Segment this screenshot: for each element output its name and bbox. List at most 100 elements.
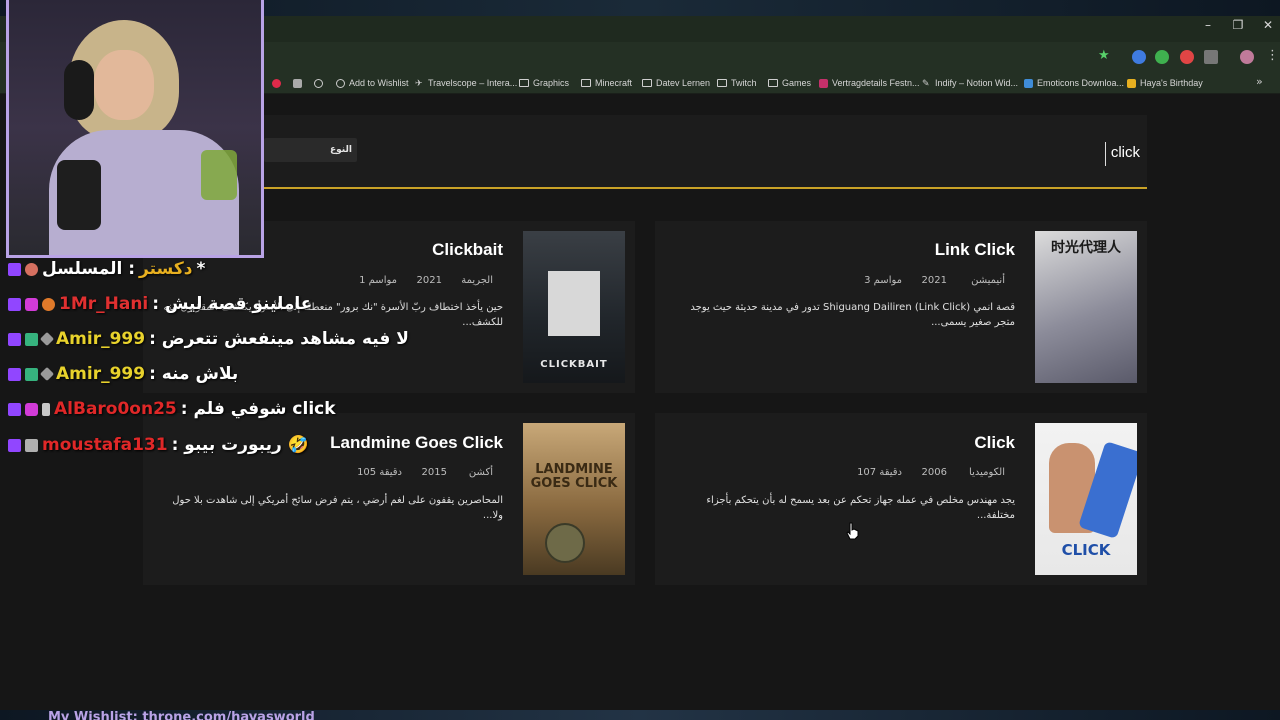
poster-image[interactable]: CLICKBAIT — [523, 231, 625, 383]
poster-image[interactable]: CLICK — [1035, 423, 1137, 575]
chat-username: AlBaro0on25 — [54, 399, 177, 419]
close-button[interactable]: ✕ — [1258, 18, 1278, 32]
profile-avatar[interactable] — [1240, 50, 1254, 64]
microphone-graphic — [57, 160, 101, 230]
chat-username: moustafa131 — [42, 435, 168, 455]
phone-graphic — [548, 271, 600, 336]
check-badge-icon — [25, 332, 38, 346]
result-year: 2006 — [921, 467, 947, 478]
bookmarks-overflow-icon[interactable]: » — [1256, 75, 1263, 88]
extension-icon[interactable] — [1132, 50, 1146, 64]
folder-icon — [717, 79, 727, 87]
poster-image[interactable]: 时光代理人 — [1035, 231, 1137, 383]
search-underline — [264, 187, 1147, 189]
bookmark-item[interactable]: ✈ Travelscope – Intera... — [415, 75, 517, 91]
twitch-badge-icon — [8, 297, 21, 311]
result-title[interactable]: Click — [815, 433, 1015, 453]
bookmark-item[interactable] — [293, 75, 302, 91]
maximize-button[interactable]: ❐ — [1228, 18, 1248, 32]
poster-caption: LANDMINE GOES CLICK — [530, 462, 618, 491]
bookmark-item[interactable]: Datev Lernen — [642, 75, 710, 91]
folder-icon — [642, 79, 652, 87]
result-title[interactable]: Landmine Goes Click — [283, 433, 503, 453]
twitch-badge-icon — [8, 438, 21, 452]
cake-icon — [1127, 78, 1136, 88]
emote-icon — [25, 262, 38, 276]
result-year: 2021 — [921, 275, 947, 286]
result-length: 105 دقيقة — [357, 467, 402, 478]
emote-icon — [42, 297, 55, 311]
poster-caption: CLICKBAIT — [540, 359, 608, 370]
diamond-badge-icon — [39, 366, 55, 382]
bookmark-label: Travelscope – Intera... — [428, 78, 518, 88]
twitch-badge-icon — [8, 367, 21, 381]
result-genre: الكوميديا — [969, 467, 1005, 478]
bookmark-label: Add to Wishlist — [349, 78, 409, 88]
bookmark-item[interactable]: Haya's Birthday — [1127, 75, 1203, 91]
chat-username: Amir_999 — [56, 329, 146, 349]
bookmark-label: Datev Lernen — [656, 78, 711, 88]
bookmark-label: Twitch — [731, 78, 757, 88]
bookmark-item[interactable]: Graphics — [519, 75, 569, 91]
check-badge-icon — [25, 367, 38, 381]
extension-icon[interactable] — [1180, 50, 1194, 64]
chat-text: : ريبورت بيبو 🤣 — [171, 435, 309, 455]
poster-caption: 时光代理人 — [1051, 240, 1121, 256]
result-description: المحاصرين يقفون على لغم أرضي ، يتم فرض س… — [172, 495, 503, 521]
chat-text: المسلسل : — [42, 259, 136, 279]
bookmark-item[interactable]: Add to Wishlist — [336, 75, 409, 91]
bookmark-item[interactable]: ✎ Indify – Notion Wid... — [922, 75, 1018, 91]
twitch-badge-icon — [8, 402, 21, 416]
minimize-button[interactable]: – — [1198, 18, 1218, 32]
globe-icon — [314, 78, 323, 88]
bookmark-item[interactable] — [272, 75, 281, 91]
chat-message: moustafa131 : ريبورت بيبو 🤣 — [8, 435, 309, 455]
result-description: قصة انمي (Shiguang Dailiren (Link Click … — [690, 302, 1015, 328]
bookmark-item[interactable]: Emoticons Downloa... — [1024, 75, 1124, 91]
emote-icon — [25, 438, 38, 452]
menu-kebab-icon[interactable]: ⋮ — [1266, 48, 1279, 63]
subscriber-badge-icon — [25, 297, 38, 311]
poster-image[interactable]: LANDMINE GOES CLICK — [523, 423, 625, 575]
bookmark-label: Games — [782, 78, 812, 88]
streamer-face — [94, 50, 154, 120]
chat-text: : لا فيه مشاهد مينفعش تتعرض — [149, 329, 409, 349]
bookmark-item[interactable]: Minecraft — [581, 75, 632, 91]
chat-text: : بلاش منه — [149, 364, 239, 384]
result-title[interactable]: Link Click — [815, 240, 1015, 260]
result-length: 107 دقيقة — [857, 467, 902, 478]
hand-cursor-icon — [846, 522, 859, 540]
twitch-badge-icon — [8, 262, 21, 276]
chat-username: 1Mr_Hani — [59, 294, 149, 314]
bookmark-label: Vertragdetails Festn... — [832, 78, 920, 88]
search-input[interactable] — [1040, 140, 1140, 164]
chat-username: Amir_999 — [56, 364, 146, 384]
twitch-badge-icon — [8, 332, 21, 346]
webcam-overlay — [6, 0, 264, 258]
subscriber-badge-icon — [25, 402, 38, 416]
bookmark-label: Minecraft — [595, 78, 633, 88]
chat-suffix: * — [196, 259, 206, 279]
chat-message: المسلسل : دكستر * — [8, 259, 205, 279]
extension-icon[interactable] — [1155, 50, 1169, 64]
text-caret — [1105, 142, 1106, 166]
landmine-graphic — [545, 523, 585, 563]
bookmark-item[interactable]: Twitch — [717, 75, 757, 91]
result-title[interactable]: Clickbait — [303, 240, 503, 260]
bookmark-star-icon[interactable]: ★ — [1098, 48, 1110, 63]
puzzle-icon[interactable] — [1204, 50, 1218, 64]
folder-icon — [519, 79, 529, 87]
chat-username: دكستر — [139, 259, 193, 279]
plane-icon: ✈ — [415, 77, 423, 88]
diamond-badge-icon — [39, 331, 55, 347]
bookmark-item[interactable]: Vertragdetails Festn... — [819, 75, 920, 91]
folder-icon — [581, 79, 591, 87]
result-year: 2015 — [421, 467, 447, 478]
moderator-badge-icon — [42, 402, 50, 416]
app-icon — [293, 78, 302, 88]
result-length: 1 مواسم — [359, 275, 397, 286]
pen-icon: ✎ — [922, 77, 930, 88]
bookmark-item[interactable] — [314, 75, 323, 91]
type-filter-label: النوع — [330, 145, 352, 155]
bookmark-item[interactable]: Games — [768, 75, 811, 91]
